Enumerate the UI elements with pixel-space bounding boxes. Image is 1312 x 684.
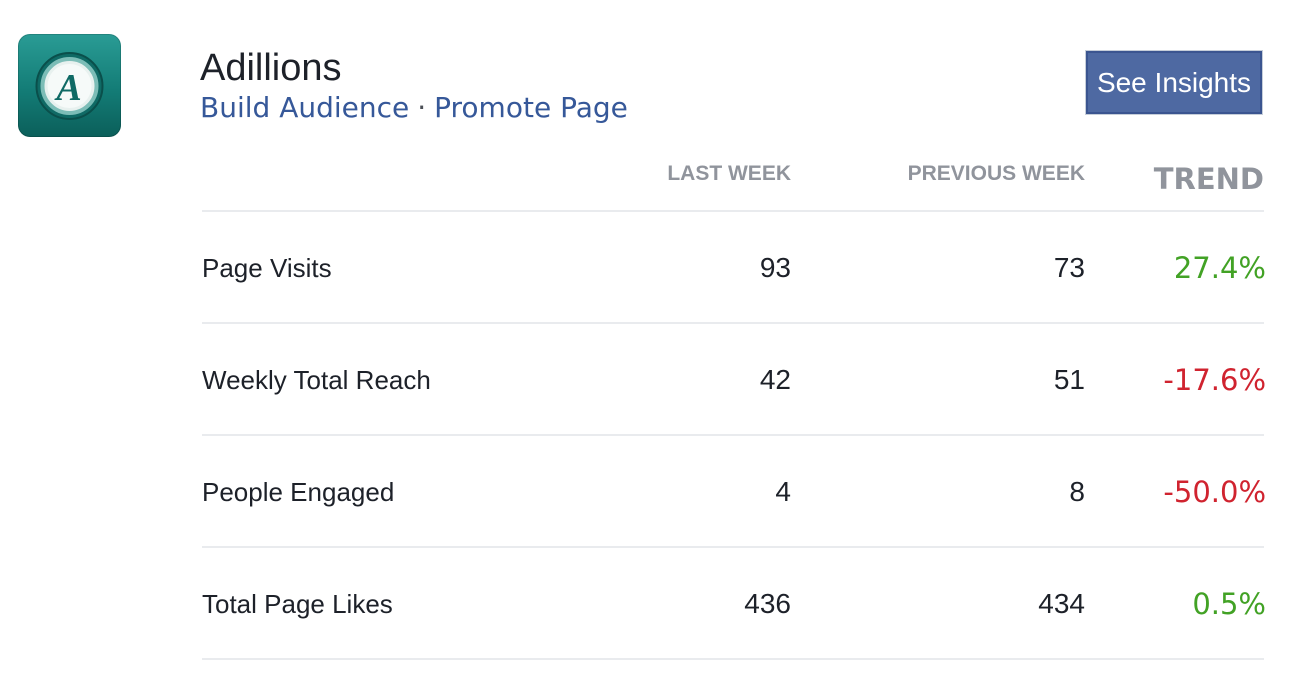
page-title[interactable]: Adillions: [200, 46, 342, 90]
last-week-value: 4: [775, 476, 791, 507]
trend-value: 0.5%: [1192, 587, 1266, 621]
logo-emblem: A: [35, 52, 104, 120]
last-week-value: 42: [759, 364, 791, 395]
build-audience-link[interactable]: Build Audience: [200, 91, 409, 124]
last-week-value: 436: [744, 588, 791, 619]
table-row: Page Visits 93 73 27.4%: [202, 212, 1266, 324]
row-label: Total Page Likes: [202, 589, 393, 619]
table-row: Total Page Likes 436 434 0.5%: [202, 548, 1266, 660]
page-action-links: Build Audience · Promote Page: [200, 90, 628, 126]
header-trend: TREND: [1153, 162, 1264, 196]
link-separator: ·: [417, 91, 427, 124]
header-previous-week: PREVIOUS WEEK: [907, 162, 1085, 185]
see-insights-button[interactable]: See Insights: [1085, 50, 1263, 115]
weekly-stats-table: LAST WEEK PREVIOUS WEEK TREND Page Visit…: [202, 150, 1266, 660]
table-row: People Engaged 4 8 -50.0%: [202, 436, 1266, 548]
header-last-week: LAST WEEK: [667, 162, 791, 185]
trend-value: -17.6%: [1163, 363, 1266, 397]
page-logo-icon[interactable]: A: [18, 34, 121, 137]
row-label: People Engaged: [202, 477, 395, 507]
last-week-value: 93: [759, 252, 791, 283]
previous-week-value: 51: [1053, 364, 1085, 395]
table-row: Weekly Total Reach 42 51 -17.6%: [202, 324, 1266, 436]
row-label: Weekly Total Reach: [202, 365, 431, 395]
row-label: Page Visits: [202, 253, 332, 283]
promote-page-link[interactable]: Promote Page: [434, 91, 628, 124]
previous-week-value: 434: [1038, 588, 1085, 619]
previous-week-value: 8: [1069, 476, 1085, 507]
previous-week-value: 73: [1053, 252, 1085, 283]
trend-value: 27.4%: [1173, 251, 1266, 285]
trend-value: -50.0%: [1163, 475, 1266, 509]
logo-letter: A: [54, 67, 81, 109]
table-header: LAST WEEK PREVIOUS WEEK TREND: [202, 150, 1264, 212]
